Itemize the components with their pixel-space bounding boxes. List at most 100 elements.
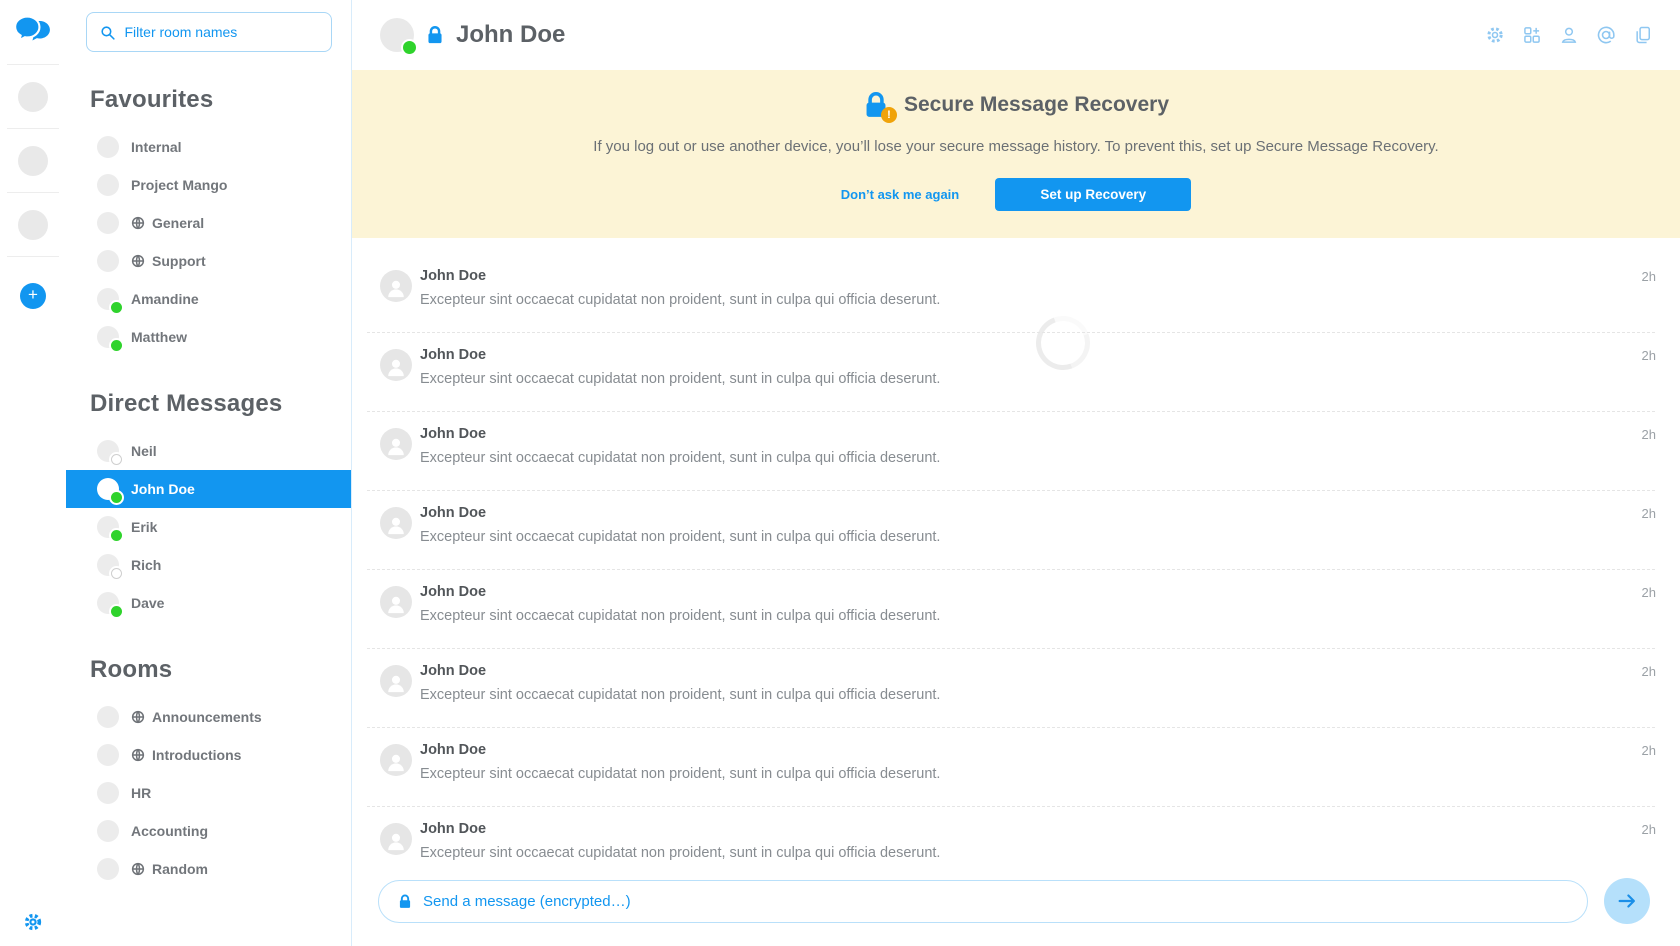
message-timestamp: 2h xyxy=(1642,663,1656,680)
room-list: Internal Project Mango General Support Amand… xyxy=(66,128,351,356)
room-label: Accounting xyxy=(131,823,208,839)
set-up-recovery-button[interactable]: Set up Recovery xyxy=(995,178,1191,211)
section-title: Rooms xyxy=(90,656,351,684)
room-item-project-mango[interactable]: Project Mango xyxy=(66,166,351,204)
sender-name: John Doe xyxy=(420,584,940,601)
invite-user-icon[interactable] xyxy=(1559,25,1579,45)
room-item-rich[interactable]: Rich xyxy=(66,546,351,584)
message-body: John DoeExcepteur sint occaecat cupidata… xyxy=(420,505,940,546)
room-label: Support xyxy=(152,253,206,269)
message-timestamp: 2h xyxy=(1642,742,1656,759)
room-avatar xyxy=(97,782,119,804)
room-filter-input[interactable] xyxy=(125,24,319,40)
room-avatar xyxy=(97,212,119,234)
room-avatar xyxy=(97,326,119,348)
sender-name: John Doe xyxy=(420,821,940,838)
rail-divider xyxy=(7,256,59,257)
message-timestamp: 2h xyxy=(1642,268,1656,285)
globe-icon xyxy=(131,710,145,724)
chat-header-avatar[interactable] xyxy=(380,18,414,52)
room-item-general[interactable]: General xyxy=(66,204,351,242)
rail-room-avatar[interactable] xyxy=(18,82,48,112)
arrow-right-icon xyxy=(1616,890,1638,912)
message-input[interactable] xyxy=(423,893,1568,910)
message-timestamp: 2h xyxy=(1642,347,1656,364)
room-label: Introductions xyxy=(152,747,241,763)
message-body: John DoeExcepteur sint occaecat cupidata… xyxy=(420,663,940,704)
message-body: John DoeExcepteur sint occaecat cupidata… xyxy=(420,742,940,783)
room-item-internal[interactable]: Internal xyxy=(66,128,351,166)
message-body: John DoeExcepteur sint occaecat cupidata… xyxy=(420,268,940,309)
room-avatar xyxy=(97,554,119,576)
sender-avatar xyxy=(380,428,412,460)
room-item-matthew[interactable]: Matthew xyxy=(66,318,351,356)
room-avatar xyxy=(97,744,119,766)
warning-badge: ! xyxy=(881,107,897,123)
room-avatar xyxy=(97,820,119,842)
message-row: John DoeExcepteur sint occaecat cupidata… xyxy=(352,728,1680,807)
files-icon[interactable] xyxy=(1633,25,1653,45)
message-timestamp: 2h xyxy=(1642,426,1656,443)
room-avatar xyxy=(97,592,119,614)
room-item-hr[interactable]: HR xyxy=(66,774,351,812)
mentions-icon[interactable] xyxy=(1596,25,1616,45)
settings-gear-icon[interactable] xyxy=(23,912,43,932)
presence-dot-offline xyxy=(111,568,122,579)
room-item-john-doe[interactable]: John Doe xyxy=(66,470,351,508)
room-item-neil[interactable]: Neil xyxy=(66,432,351,470)
chat-app: + FavouritesInternalProject MangoGeneral… xyxy=(0,0,1680,946)
room-item-random[interactable]: Random xyxy=(66,850,351,888)
room-avatar xyxy=(97,440,119,462)
room-avatar xyxy=(97,516,119,538)
room-item-erik[interactable]: Erik xyxy=(66,508,351,546)
rail-divider xyxy=(7,128,59,129)
room-avatar xyxy=(97,858,119,880)
room-list: Neil John Doe ErikRichDave xyxy=(66,432,351,622)
app-rail: + xyxy=(0,0,66,946)
section-title: Direct Messages xyxy=(90,390,351,418)
encrypted-lock-icon xyxy=(426,24,444,46)
globe-icon xyxy=(131,862,145,876)
header-icons xyxy=(1485,25,1653,45)
settings-icon[interactable] xyxy=(1485,25,1505,45)
dont-ask-again-link[interactable]: Don’t ask me again xyxy=(841,187,959,202)
sender-avatar xyxy=(380,586,412,618)
rail-room-avatar[interactable] xyxy=(18,210,48,240)
room-avatar xyxy=(97,174,119,196)
room-item-announcements[interactable]: Announcements xyxy=(66,698,351,736)
message-text: Excepteur sint occaecat cupidatat non pr… xyxy=(420,450,940,467)
send-button[interactable] xyxy=(1604,878,1650,924)
sender-name: John Doe xyxy=(420,268,940,285)
globe-icon xyxy=(131,748,145,762)
sender-avatar xyxy=(380,665,412,697)
integrations-icon[interactable] xyxy=(1522,25,1542,45)
room-label: Announcements xyxy=(152,709,262,725)
room-label: Project Mango xyxy=(131,177,227,193)
chat-title: John Doe xyxy=(456,21,565,49)
room-item-accounting[interactable]: Accounting xyxy=(66,812,351,850)
add-room-button[interactable]: + xyxy=(20,283,46,309)
rail-divider xyxy=(7,64,59,65)
message-row: John DoeExcepteur sint occaecat cupidata… xyxy=(352,649,1680,728)
room-item-dave[interactable]: Dave xyxy=(66,584,351,622)
room-item-support[interactable]: Support xyxy=(66,242,351,280)
message-row: John DoeExcepteur sint occaecat cupidata… xyxy=(352,412,1680,491)
message-row: John Doe Excepteur sint occaecat cupidata… xyxy=(352,570,1680,649)
room-label: Internal xyxy=(131,139,182,155)
sender-name: John Doe xyxy=(420,347,940,364)
message-text: Excepteur sint occaecat cupidatat non pr… xyxy=(420,845,940,862)
room-label: HR xyxy=(131,785,151,801)
sidebar-sections: FavouritesInternalProject MangoGeneralSu… xyxy=(66,86,351,888)
message-text: Excepteur sint occaecat cupidatat non pr… xyxy=(420,766,940,783)
app-logo-icon[interactable] xyxy=(14,14,52,48)
sender-name: John Doe xyxy=(420,663,940,680)
message-row: John DoeExcepteur sint occaecat cupidata… xyxy=(352,491,1680,570)
message-body: John DoeExcepteur sint occaecat cupidata… xyxy=(420,347,940,388)
message-timestamp: 2h xyxy=(1642,505,1656,522)
room-item-amandine[interactable]: Amandine xyxy=(66,280,351,318)
message-text: Excepteur sint occaecat cupidatat non pr… xyxy=(420,608,940,625)
room-label: John Doe xyxy=(131,481,195,497)
rail-room-avatar[interactable] xyxy=(18,146,48,176)
room-item-introductions[interactable]: Introductions xyxy=(66,736,351,774)
message-row: John Doe Excepteur sint occaecat cupidata… xyxy=(352,807,1680,880)
